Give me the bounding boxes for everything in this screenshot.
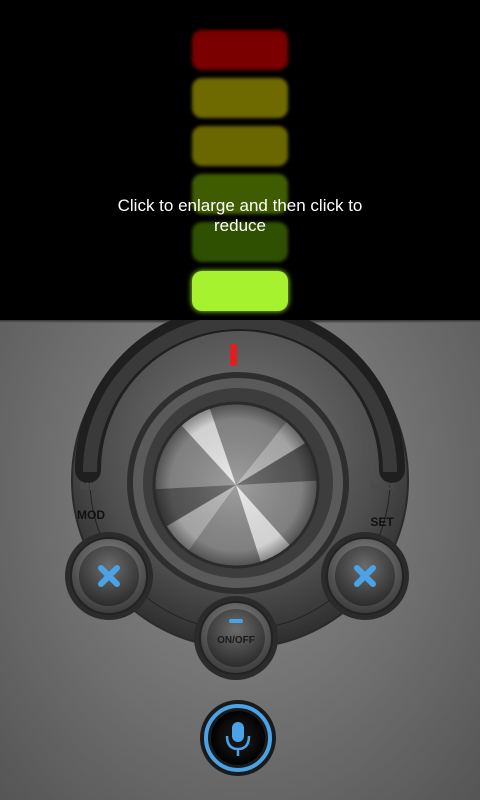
set-label: SET [370,515,394,529]
meter-bar-level-5 [192,78,288,118]
power-button-label: ON/OFF [217,635,255,646]
control-panel: MIN MAX MOD SET ON/OFF [0,320,480,800]
meter-bar-level-6 [192,30,288,70]
level-meter[interactable]: Click to enlarge and then click to reduc… [0,0,480,320]
mod-button[interactable] [65,532,153,620]
dial-max-label: MAX [371,481,396,493]
voice-button[interactable] [200,700,276,776]
power-button[interactable]: ON/OFF [194,596,278,680]
power-indicator-light [229,619,243,623]
meter-bar-level-4 [192,126,288,166]
dial-min-label: MIN [80,481,100,493]
mod-label: MOD [77,508,105,522]
set-button[interactable] [321,532,409,620]
meter-bar-level-1 [192,271,288,311]
enlarge-hint-text: Click to enlarge and then click to reduc… [117,196,363,235]
dial-position-indicator [230,344,237,366]
